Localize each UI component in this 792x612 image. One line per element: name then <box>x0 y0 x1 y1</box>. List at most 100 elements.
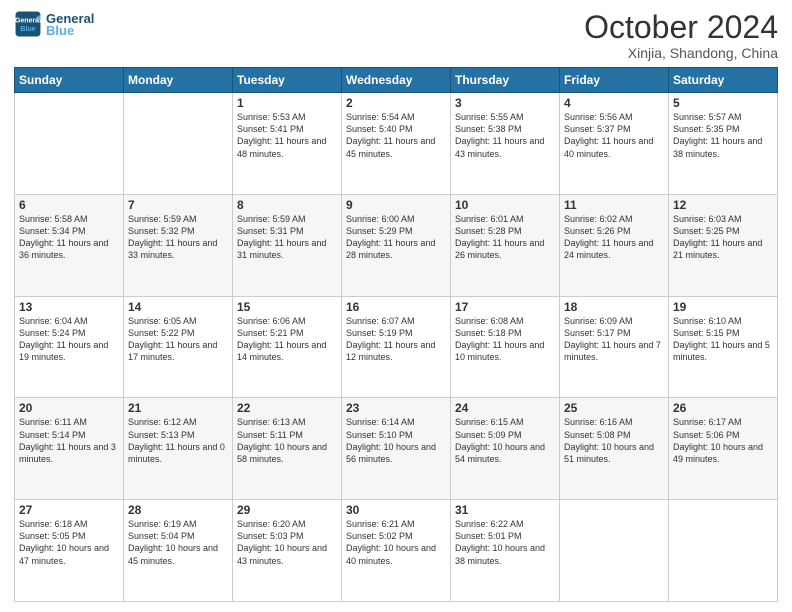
day-info: Sunrise: 5:54 AM Sunset: 5:40 PM Dayligh… <box>346 111 446 160</box>
day-number: 8 <box>237 198 337 212</box>
day-number: 6 <box>19 198 119 212</box>
col-tuesday: Tuesday <box>233 68 342 93</box>
day-number: 3 <box>455 96 555 110</box>
day-info: Sunrise: 6:20 AM Sunset: 5:03 PM Dayligh… <box>237 518 337 567</box>
day-number: 30 <box>346 503 446 517</box>
day-number: 31 <box>455 503 555 517</box>
day-number: 14 <box>128 300 228 314</box>
day-info: Sunrise: 6:15 AM Sunset: 5:09 PM Dayligh… <box>455 416 555 465</box>
day-info: Sunrise: 6:08 AM Sunset: 5:18 PM Dayligh… <box>455 315 555 364</box>
day-number: 11 <box>564 198 664 212</box>
calendar-cell: 19Sunrise: 6:10 AM Sunset: 5:15 PM Dayli… <box>669 296 778 398</box>
logo-icon: General Blue <box>14 10 42 38</box>
page: General Blue General Blue October 2024 X… <box>0 0 792 612</box>
calendar-cell: 27Sunrise: 6:18 AM Sunset: 5:05 PM Dayli… <box>15 500 124 602</box>
day-number: 18 <box>564 300 664 314</box>
day-info: Sunrise: 6:10 AM Sunset: 5:15 PM Dayligh… <box>673 315 773 364</box>
day-number: 7 <box>128 198 228 212</box>
day-number: 26 <box>673 401 773 415</box>
calendar-week-2: 6Sunrise: 5:58 AM Sunset: 5:34 PM Daylig… <box>15 194 778 296</box>
day-number: 15 <box>237 300 337 314</box>
calendar-cell: 11Sunrise: 6:02 AM Sunset: 5:26 PM Dayli… <box>560 194 669 296</box>
day-number: 2 <box>346 96 446 110</box>
day-number: 13 <box>19 300 119 314</box>
logo-text: General Blue <box>46 11 94 38</box>
day-info: Sunrise: 6:22 AM Sunset: 5:01 PM Dayligh… <box>455 518 555 567</box>
col-thursday: Thursday <box>451 68 560 93</box>
day-info: Sunrise: 6:05 AM Sunset: 5:22 PM Dayligh… <box>128 315 228 364</box>
calendar-week-5: 27Sunrise: 6:18 AM Sunset: 5:05 PM Dayli… <box>15 500 778 602</box>
day-info: Sunrise: 6:17 AM Sunset: 5:06 PM Dayligh… <box>673 416 773 465</box>
calendar-cell: 7Sunrise: 5:59 AM Sunset: 5:32 PM Daylig… <box>124 194 233 296</box>
day-number: 25 <box>564 401 664 415</box>
calendar-cell: 24Sunrise: 6:15 AM Sunset: 5:09 PM Dayli… <box>451 398 560 500</box>
calendar-cell: 14Sunrise: 6:05 AM Sunset: 5:22 PM Dayli… <box>124 296 233 398</box>
svg-text:Blue: Blue <box>20 26 35 33</box>
day-number: 27 <box>19 503 119 517</box>
calendar-cell: 20Sunrise: 6:11 AM Sunset: 5:14 PM Dayli… <box>15 398 124 500</box>
calendar-table: Sunday Monday Tuesday Wednesday Thursday… <box>14 67 778 602</box>
day-info: Sunrise: 6:11 AM Sunset: 5:14 PM Dayligh… <box>19 416 119 465</box>
day-number: 22 <box>237 401 337 415</box>
calendar-cell: 25Sunrise: 6:16 AM Sunset: 5:08 PM Dayli… <box>560 398 669 500</box>
calendar-cell: 26Sunrise: 6:17 AM Sunset: 5:06 PM Dayli… <box>669 398 778 500</box>
calendar-cell: 23Sunrise: 6:14 AM Sunset: 5:10 PM Dayli… <box>342 398 451 500</box>
calendar-cell: 16Sunrise: 6:07 AM Sunset: 5:19 PM Dayli… <box>342 296 451 398</box>
calendar-cell: 1Sunrise: 5:53 AM Sunset: 5:41 PM Daylig… <box>233 93 342 195</box>
day-number: 1 <box>237 96 337 110</box>
calendar-cell: 28Sunrise: 6:19 AM Sunset: 5:04 PM Dayli… <box>124 500 233 602</box>
calendar-cell: 18Sunrise: 6:09 AM Sunset: 5:17 PM Dayli… <box>560 296 669 398</box>
day-info: Sunrise: 6:14 AM Sunset: 5:10 PM Dayligh… <box>346 416 446 465</box>
calendar-cell: 9Sunrise: 6:00 AM Sunset: 5:29 PM Daylig… <box>342 194 451 296</box>
day-number: 17 <box>455 300 555 314</box>
calendar-header-row: Sunday Monday Tuesday Wednesday Thursday… <box>15 68 778 93</box>
calendar-cell: 31Sunrise: 6:22 AM Sunset: 5:01 PM Dayli… <box>451 500 560 602</box>
day-number: 5 <box>673 96 773 110</box>
location-subtitle: Xinjia, Shandong, China <box>584 45 778 61</box>
day-info: Sunrise: 6:13 AM Sunset: 5:11 PM Dayligh… <box>237 416 337 465</box>
calendar-cell: 30Sunrise: 6:21 AM Sunset: 5:02 PM Dayli… <box>342 500 451 602</box>
calendar-cell <box>124 93 233 195</box>
day-info: Sunrise: 6:06 AM Sunset: 5:21 PM Dayligh… <box>237 315 337 364</box>
day-info: Sunrise: 5:57 AM Sunset: 5:35 PM Dayligh… <box>673 111 773 160</box>
calendar-cell: 29Sunrise: 6:20 AM Sunset: 5:03 PM Dayli… <box>233 500 342 602</box>
calendar-cell: 8Sunrise: 5:59 AM Sunset: 5:31 PM Daylig… <box>233 194 342 296</box>
calendar-cell <box>560 500 669 602</box>
logo: General Blue General Blue <box>14 10 94 38</box>
calendar-cell: 5Sunrise: 5:57 AM Sunset: 5:35 PM Daylig… <box>669 93 778 195</box>
calendar-cell: 10Sunrise: 6:01 AM Sunset: 5:28 PM Dayli… <box>451 194 560 296</box>
header: General Blue General Blue October 2024 X… <box>14 10 778 61</box>
day-number: 16 <box>346 300 446 314</box>
day-info: Sunrise: 5:56 AM Sunset: 5:37 PM Dayligh… <box>564 111 664 160</box>
day-number: 28 <box>128 503 228 517</box>
calendar-cell <box>15 93 124 195</box>
calendar-cell: 3Sunrise: 5:55 AM Sunset: 5:38 PM Daylig… <box>451 93 560 195</box>
title-block: October 2024 Xinjia, Shandong, China <box>584 10 778 61</box>
calendar-week-4: 20Sunrise: 6:11 AM Sunset: 5:14 PM Dayli… <box>15 398 778 500</box>
day-number: 4 <box>564 96 664 110</box>
day-info: Sunrise: 6:21 AM Sunset: 5:02 PM Dayligh… <box>346 518 446 567</box>
day-number: 10 <box>455 198 555 212</box>
day-info: Sunrise: 6:12 AM Sunset: 5:13 PM Dayligh… <box>128 416 228 465</box>
day-info: Sunrise: 5:59 AM Sunset: 5:31 PM Dayligh… <box>237 213 337 262</box>
col-saturday: Saturday <box>669 68 778 93</box>
day-info: Sunrise: 6:00 AM Sunset: 5:29 PM Dayligh… <box>346 213 446 262</box>
calendar-cell: 12Sunrise: 6:03 AM Sunset: 5:25 PM Dayli… <box>669 194 778 296</box>
calendar-week-1: 1Sunrise: 5:53 AM Sunset: 5:41 PM Daylig… <box>15 93 778 195</box>
col-wednesday: Wednesday <box>342 68 451 93</box>
calendar-cell: 4Sunrise: 5:56 AM Sunset: 5:37 PM Daylig… <box>560 93 669 195</box>
calendar-cell: 13Sunrise: 6:04 AM Sunset: 5:24 PM Dayli… <box>15 296 124 398</box>
day-info: Sunrise: 6:09 AM Sunset: 5:17 PM Dayligh… <box>564 315 664 364</box>
day-info: Sunrise: 5:53 AM Sunset: 5:41 PM Dayligh… <box>237 111 337 160</box>
day-info: Sunrise: 6:07 AM Sunset: 5:19 PM Dayligh… <box>346 315 446 364</box>
col-monday: Monday <box>124 68 233 93</box>
calendar-cell: 2Sunrise: 5:54 AM Sunset: 5:40 PM Daylig… <box>342 93 451 195</box>
day-info: Sunrise: 6:04 AM Sunset: 5:24 PM Dayligh… <box>19 315 119 364</box>
calendar-cell: 15Sunrise: 6:06 AM Sunset: 5:21 PM Dayli… <box>233 296 342 398</box>
day-number: 19 <box>673 300 773 314</box>
day-info: Sunrise: 6:16 AM Sunset: 5:08 PM Dayligh… <box>564 416 664 465</box>
calendar-cell <box>669 500 778 602</box>
calendar-cell: 22Sunrise: 6:13 AM Sunset: 5:11 PM Dayli… <box>233 398 342 500</box>
calendar-cell: 17Sunrise: 6:08 AM Sunset: 5:18 PM Dayli… <box>451 296 560 398</box>
day-number: 21 <box>128 401 228 415</box>
